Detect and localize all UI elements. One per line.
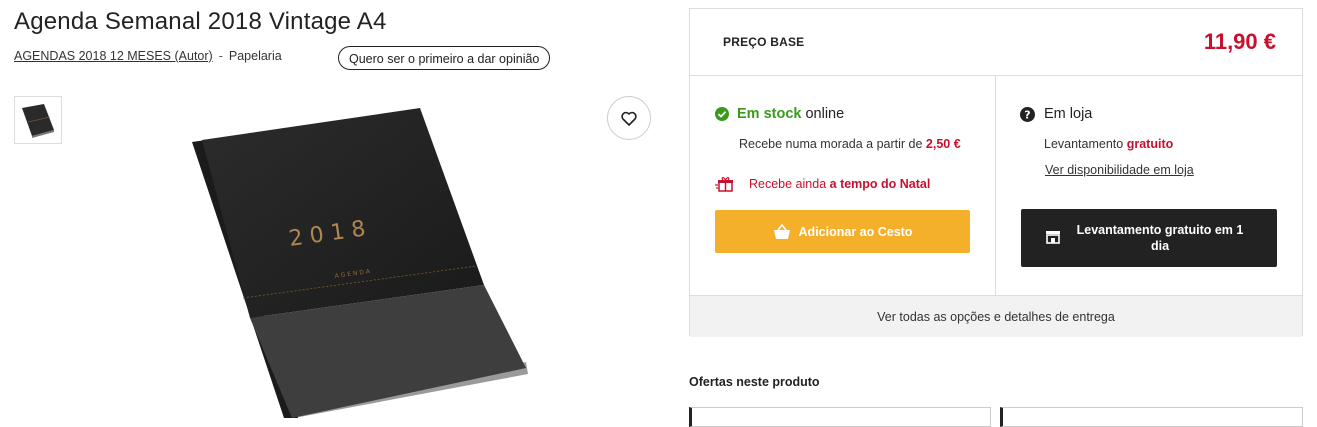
store-label: Em loja: [1044, 106, 1093, 122]
all-delivery-options-link[interactable]: Ver todas as opções e detalhes de entreg…: [690, 296, 1302, 337]
heart-icon: [621, 111, 637, 126]
pickup-prefix: Levantamento: [1044, 137, 1124, 151]
check-circle-icon: [715, 107, 729, 121]
stock-label: Em stock: [737, 106, 802, 122]
shipping-price: 2,50 €: [925, 137, 961, 151]
pickup-highlight: gratuito: [1126, 137, 1174, 151]
offer-card[interactable]: [689, 407, 991, 427]
pickup-info: Levantamento gratuito: [1044, 137, 1173, 151]
store-availability-link[interactable]: Ver disponibilidade em loja: [1045, 163, 1194, 177]
svg-text:?: ?: [1024, 108, 1030, 121]
price-value: 11,90 €: [1203, 29, 1276, 54]
product-meta: AGENDAS 2018 12 MESES (Autor) - Papelari…: [14, 49, 282, 63]
online-column: Em stock online Recebe numa morada a par…: [690, 76, 996, 295]
page-title: Agenda Semanal 2018 Vintage A4: [14, 8, 387, 35]
store-status: ? Em loja: [1020, 106, 1092, 122]
gift-icon: [715, 177, 733, 192]
store-icon: [1046, 230, 1060, 244]
add-to-cart-button[interactable]: Adicionar ao Cesto: [715, 210, 970, 253]
add-to-cart-label: Adicionar ao Cesto: [798, 224, 913, 239]
offer-card[interactable]: [1000, 407, 1303, 427]
thumbnail-image: [22, 104, 54, 138]
store-column: ? Em loja Levantamento gratuito Ver disp…: [996, 76, 1302, 295]
category-label: Papelaria: [228, 49, 282, 63]
meta-separator: -: [218, 49, 223, 63]
price-label: PREÇO BASE: [723, 35, 805, 49]
store-pickup-label: Levantamento gratuito em 1 dia: [1076, 223, 1244, 253]
wishlist-button[interactable]: [607, 96, 651, 140]
question-circle-icon: ?: [1020, 106, 1035, 122]
christmas-delivery: Recebe ainda a tempo do Natal: [715, 176, 930, 192]
christmas-highlight: a tempo do Natal: [829, 177, 931, 191]
price-row: PREÇO BASE 11,90 €: [690, 9, 1302, 76]
stock-status: Em stock online: [715, 106, 844, 122]
basket-icon: [773, 223, 790, 239]
product-image: 2 0 1 8 AGENDA: [192, 108, 528, 418]
stock-suffix: online: [805, 106, 845, 122]
shipping-info: Recebe numa morada a partir de 2,50 €: [739, 137, 961, 151]
shipping-prefix: Recebe numa morada a partir de: [739, 137, 923, 151]
purchase-box: PREÇO BASE 11,90 € Em stock online Receb…: [689, 8, 1303, 337]
store-pickup-button[interactable]: Levantamento gratuito em 1 dia: [1021, 209, 1277, 267]
product-thumbnail[interactable]: [14, 96, 62, 144]
author-link[interactable]: AGENDAS 2018 12 MESES (Autor): [14, 49, 213, 63]
write-review-button[interactable]: Quero ser o primeiro a dar opinião: [338, 46, 551, 70]
christmas-prefix: Recebe ainda: [749, 177, 827, 191]
offers-title: Ofertas neste produto: [689, 375, 820, 389]
